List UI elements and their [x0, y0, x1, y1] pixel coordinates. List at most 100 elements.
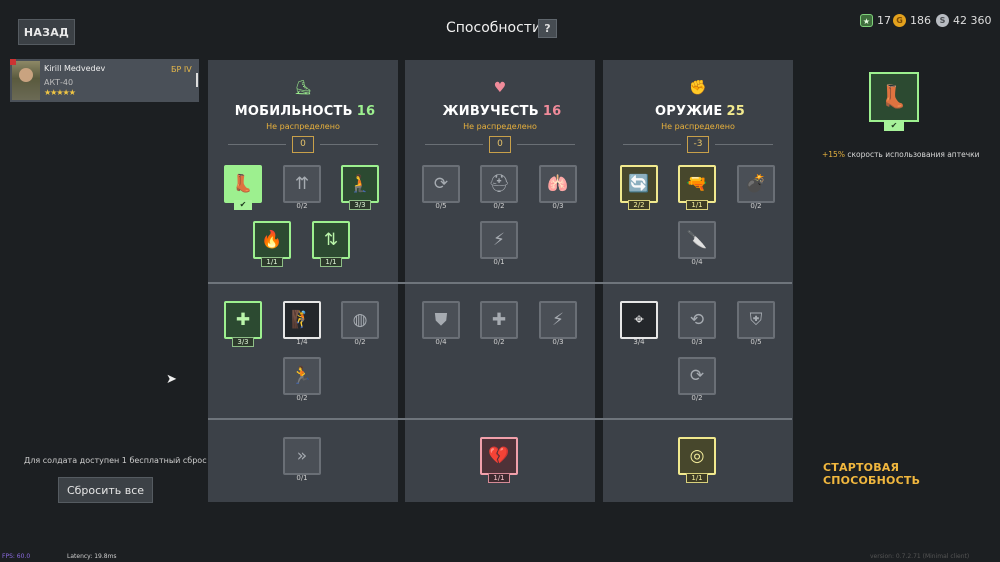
pistol-skill[interactable]: 🔫 [678, 165, 716, 203]
reset-all-button[interactable]: Сбросить все [58, 477, 153, 503]
column-level: 16 [542, 104, 562, 119]
column-level: 16 [356, 104, 376, 119]
fire-resist-skill[interactable]: 🔥 [253, 221, 291, 259]
unallocated-label: Не распределено [661, 122, 735, 131]
skill-level: 0/1 [296, 474, 308, 482]
latency-readout: Latency: 19.8ms [67, 553, 117, 560]
points-box: 0 [292, 136, 314, 153]
skill-level: 0/2 [493, 202, 505, 210]
soldier-name: Kirill Medvedev [44, 64, 106, 73]
skill-level: 0/2 [493, 338, 505, 346]
reset-note: Для солдата доступен 1 бесплатный сброс [24, 456, 207, 465]
boot-icon: ⛸ [294, 80, 312, 96]
knife-skill[interactable]: 🔪 [678, 221, 716, 259]
lungs-skill[interactable]: ◍ [341, 301, 379, 339]
soldier-rank: БР IV [171, 65, 192, 74]
mag-skill[interactable]: ⟳ [678, 357, 716, 395]
unallocated-label: Не распределено [266, 122, 340, 131]
skill-level: 2/2 [628, 200, 650, 210]
soldier-avatar [12, 61, 40, 100]
reload-skill[interactable]: ⟲ [678, 301, 716, 339]
skill-level: 0/2 [354, 338, 366, 346]
swap-skill[interactable]: 🔄 [620, 165, 658, 203]
skill-level: 1/1 [261, 257, 283, 267]
armor-skill[interactable]: ⛊ [422, 301, 460, 339]
soldier-card[interactable]: Kirill Medvedev БР IV АКТ-40 ★★★★★ [10, 59, 199, 102]
gold-coin-icon: G [893, 13, 906, 27]
boot-skill[interactable]: 👢 [224, 165, 262, 203]
crawl-skill[interactable]: 🧎 [341, 165, 379, 203]
check-icon: ✔ [884, 120, 904, 131]
currency-gold: G 186 [893, 12, 931, 28]
column-title: ОРУЖИЕ [655, 104, 723, 119]
help-button[interactable]: ? [538, 19, 557, 38]
skill-level: 0/2 [296, 394, 308, 402]
column-mobility: ⛸ МОБИЛЬНОСТЬ 16 Не распределено 0 [208, 60, 398, 502]
heart-icon: ♥ [493, 80, 507, 96]
column-title: МОБИЛЬНОСТЬ [234, 104, 353, 119]
stance-switch-skill[interactable]: ⇅ [312, 221, 350, 259]
skill-level: 1/4 [296, 338, 308, 346]
skill-level: 1/1 [320, 257, 342, 267]
unallocated-label: Не распределено [463, 122, 537, 131]
skill-level: 0/3 [552, 338, 564, 346]
column-level: 25 [726, 104, 745, 119]
skill-level: 0/3 [691, 338, 703, 346]
skill-level: 1/1 [686, 473, 708, 483]
ammo-box-skill[interactable]: ⛨ [737, 301, 775, 339]
column-weapons: ✊ ОРУЖИЕ 25 Не распределено -3 [603, 60, 793, 502]
fps-counter: FPS: 60.0 [2, 553, 31, 560]
soldier-weapon: АКТ-40 [44, 78, 74, 87]
starting-ability-icon[interactable]: 👢 [869, 72, 919, 122]
skill-level: 0/2 [296, 202, 308, 210]
grenade-skill[interactable]: 💣 [737, 165, 775, 203]
skill-level: 0/3 [552, 202, 564, 210]
lung-skill[interactable]: 🫁 [539, 165, 577, 203]
ticket-icon: ★ [860, 13, 873, 27]
stamina-up-skill[interactable]: ⚡ [539, 301, 577, 339]
sprint-arrows-skill[interactable]: ⇈ [283, 165, 321, 203]
stamina-regen-skill[interactable]: ⚡ [480, 221, 518, 259]
column-survivability: ♥ ЖИВУЧЕСТЬ 16 Не распределено 0 [405, 60, 595, 502]
skill-level: 0/4 [691, 258, 703, 266]
currency-tickets: ★ 17 [860, 12, 891, 28]
check-icon: ✔ [234, 200, 252, 210]
climb-skill[interactable]: 🧗 [283, 301, 321, 339]
tier-divider [208, 282, 792, 284]
back-button[interactable]: НАЗАД [18, 19, 75, 45]
skill-level: 3/4 [633, 338, 645, 346]
skill-level: 0/2 [691, 394, 703, 402]
skill-level: 0/2 [750, 202, 762, 210]
skill-level: 0/4 [435, 338, 447, 346]
column-title: ЖИВУЧЕСТЬ [442, 104, 539, 119]
skill-level: 0/1 [493, 258, 505, 266]
skill-level: 1/1 [686, 200, 708, 210]
fist-icon: ✊ [689, 80, 707, 96]
revive-skill[interactable]: ⟳ [422, 165, 460, 203]
info-icon[interactable] [196, 73, 198, 87]
points-box: 0 [489, 136, 511, 153]
currency-silver: S 42 360 [936, 12, 992, 28]
runner-skill[interactable]: 🏃 [283, 357, 321, 395]
health-up-skill[interactable]: ✚ [480, 301, 518, 339]
tier-divider [208, 418, 792, 420]
soldier-stars: ★★★★★ [44, 88, 76, 97]
dash-skill[interactable]: » [283, 437, 321, 475]
version-label: version: 0.7.2.71 (Minimal client) [870, 553, 970, 560]
starting-ability-desc: +15% скорость использования аптечки [822, 150, 980, 159]
aim-skill[interactable]: ⌖ [620, 301, 658, 339]
starting-ability-label: СТАРТОВАЯ СПОСОБНОСТЬ [823, 461, 921, 487]
skill-level: 3/3 [349, 200, 371, 210]
focus-skill[interactable]: ◎ [678, 437, 716, 475]
helmet-skill[interactable]: ⛑ [480, 165, 518, 203]
heart-boost-skill[interactable]: 💔 [480, 437, 518, 475]
mouse-cursor-icon: ➤ [166, 372, 177, 387]
page-title: Способности [446, 20, 542, 36]
medkit-speed-skill[interactable]: ✚ [224, 301, 262, 339]
flag-icon [10, 59, 16, 65]
silver-coin-icon: S [936, 13, 949, 27]
skill-level: 0/5 [750, 338, 762, 346]
skill-level: 3/3 [232, 337, 254, 347]
skill-level: 1/1 [488, 473, 510, 483]
skill-level: 0/5 [435, 202, 447, 210]
